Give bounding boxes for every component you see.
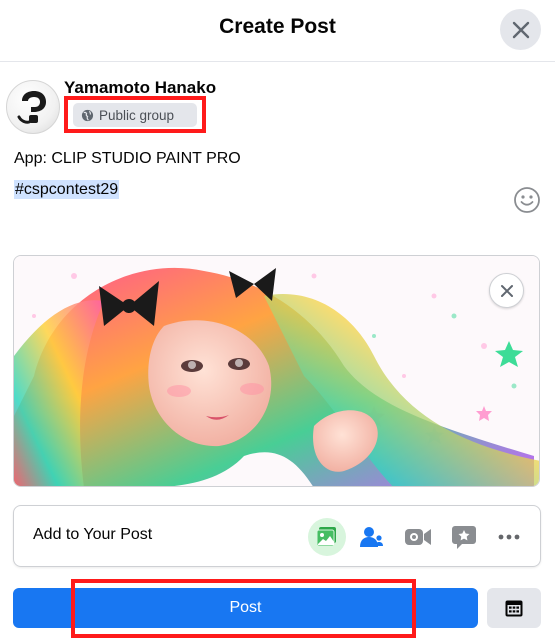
schedule-button[interactable]: [487, 588, 541, 628]
close-icon: [512, 21, 529, 38]
user-name[interactable]: Yamamoto Hanako: [64, 78, 216, 98]
close-icon: [500, 284, 513, 297]
remove-media-button[interactable]: [489, 273, 524, 308]
post-text-app-line[interactable]: App: CLIP STUDIO PAINT PRO: [14, 150, 241, 168]
add-to-post-label: Add to Your Post: [33, 526, 153, 543]
live-video-button[interactable]: [399, 518, 437, 556]
clip-studio-logo-icon: [17, 91, 46, 124]
tag-people-icon: [360, 527, 383, 547]
media-preview: [13, 255, 540, 487]
hashtag[interactable]: #cspcontest29: [14, 180, 120, 199]
more-icon: [498, 534, 520, 540]
emoji-button[interactable]: [513, 186, 541, 214]
post-button-label: Post: [229, 599, 262, 616]
live-video-icon: [405, 529, 431, 545]
privacy-label: Public group: [99, 107, 175, 123]
more-options-button[interactable]: [490, 518, 528, 556]
dialog-title: Create Post: [219, 15, 336, 38]
feeling-button[interactable]: [445, 518, 483, 556]
schedule-icon: [505, 600, 523, 617]
avatar[interactable]: [6, 80, 60, 134]
feeling-icon: [452, 526, 476, 549]
post-text-hashtag-line[interactable]: #cspcontest29: [14, 180, 120, 199]
dialog-header: Create Post: [0, 0, 555, 62]
privacy-selector[interactable]: Public group: [73, 103, 197, 127]
close-button[interactable]: [500, 9, 541, 50]
smiley-icon: [514, 187, 540, 213]
illustration-image: [14, 256, 539, 486]
add-to-post-bar: Add to Your Post: [13, 505, 541, 567]
post-button[interactable]: Post: [13, 588, 478, 628]
globe-icon: [81, 109, 94, 121]
tag-people-button[interactable]: [353, 518, 391, 556]
photo-video-button[interactable]: [308, 518, 346, 556]
photo-video-icon: [316, 527, 336, 547]
